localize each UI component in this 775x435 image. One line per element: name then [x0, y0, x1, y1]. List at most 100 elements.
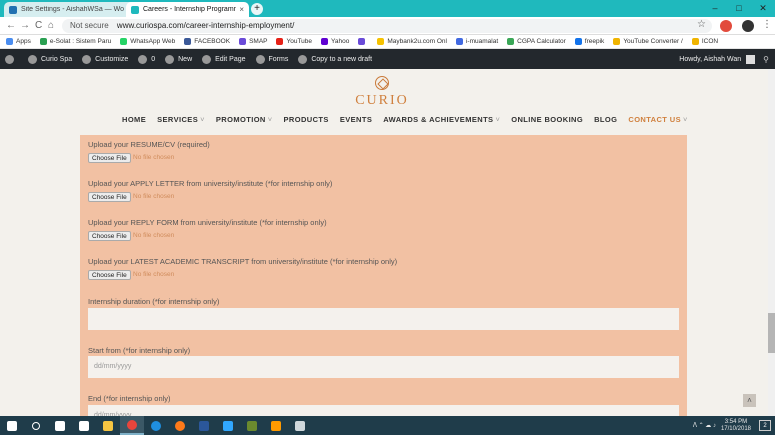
- end-date-input[interactable]: dd/mm/yyyy: [88, 405, 679, 416]
- wp-copy-draft[interactable]: Copy to a new draft: [298, 54, 372, 64]
- bookmark-item[interactable]: SMAP: [239, 38, 267, 45]
- wp-new[interactable]: New: [165, 54, 192, 64]
- file-explorer-glyph: [103, 420, 113, 431]
- bookmark-item[interactable]: CGPA Calculator: [507, 38, 566, 45]
- back-icon[interactable]: ←: [6, 20, 16, 31]
- wp-site-name[interactable]: Curio Spa: [28, 54, 73, 64]
- windows-taskbar: ᐱ ⌃ ☁ ♪ 3:54 PM 17/10/2018 2: [0, 416, 775, 435]
- tab-site-settings[interactable]: Site Settings - AishahWSa — Wo ×: [4, 2, 137, 17]
- nav-item[interactable]: PRODUCTS: [284, 115, 329, 124]
- site-logo-text[interactable]: CURIO: [350, 93, 414, 109]
- taskbar-photoshop-icon[interactable]: [216, 416, 240, 435]
- site-favicon-icon: [131, 5, 139, 14]
- browser-menu-icon[interactable]: ⋮: [762, 19, 772, 30]
- wp-edit-page[interactable]: Edit Page: [202, 54, 246, 64]
- wp-comments-count: 0: [151, 55, 156, 63]
- taskbar-media-icon[interactable]: [240, 416, 264, 435]
- nav-item[interactable]: ONLINE BOOKING: [511, 115, 583, 124]
- bookmark-item[interactable]: Maybank2u.com Onl: [377, 38, 447, 45]
- bookmark-item[interactable]: i-muamalat: [455, 38, 498, 45]
- clock[interactable]: 3:54 PM 17/10/2018: [721, 419, 751, 433]
- bookmark-label: Apps: [16, 38, 31, 45]
- taskbar-firefox-icon[interactable]: [168, 416, 192, 435]
- taskbar-search-icon[interactable]: [24, 416, 48, 435]
- bookmark-item[interactable]: freepik: [574, 38, 604, 45]
- close-window-button[interactable]: ✕: [751, 0, 775, 17]
- search-glyph: [32, 421, 40, 430]
- nav-item[interactable]: PROMOTION ˅: [216, 115, 273, 124]
- bookmark-item[interactable]: e-Solat : Sistem Paru: [39, 38, 111, 45]
- bookmark-label: Maybank2u.com Onl: [387, 38, 447, 45]
- close-tab-icon[interactable]: ×: [239, 5, 244, 14]
- tray-icons[interactable]: ᐱ ⌃ ☁ ♪: [693, 422, 716, 429]
- profile-avatar-icon[interactable]: [742, 20, 754, 32]
- bookmark-item[interactable]: [358, 38, 368, 45]
- tab-title: Careers - Internship Programme: [143, 6, 237, 13]
- bookmark-label: ICON: [701, 38, 719, 45]
- choose-file-reply-form-button[interactable]: Choose File: [88, 231, 131, 241]
- nav-item[interactable]: SERVICES ˅: [157, 115, 205, 124]
- bookmark-item[interactable]: YouTube Converter /: [613, 38, 683, 45]
- search-icon[interactable]: ⚲: [763, 55, 769, 64]
- nav-item[interactable]: AWARDS & ACHIEVEMENTS ˅: [383, 115, 500, 124]
- security-indicator[interactable]: Not secure: [70, 21, 109, 30]
- wp-logo-menu[interactable]: [5, 54, 18, 64]
- forward-icon[interactable]: →: [20, 20, 30, 31]
- system-tray: ᐱ ⌃ ☁ ♪ 3:54 PM 17/10/2018: [693, 416, 751, 435]
- taskbar-file-explorer-icon[interactable]: [96, 416, 120, 435]
- bookmark-item[interactable]: ICON: [691, 38, 719, 45]
- taskbar-chrome-icon[interactable]: [120, 416, 144, 435]
- tab-careers[interactable]: Careers - Internship Programme ×: [126, 2, 249, 17]
- start-glyph: [7, 420, 17, 431]
- page-scrollbar[interactable]: [768, 69, 775, 416]
- nav-item-label: SERVICES: [157, 115, 199, 124]
- extension-icon[interactable]: [720, 20, 732, 32]
- back-to-top-button[interactable]: ˄: [743, 394, 756, 407]
- internship-duration-input[interactable]: [88, 308, 679, 330]
- wp-customize[interactable]: Customize: [82, 54, 129, 64]
- nav-item[interactable]: BLOG: [594, 115, 617, 124]
- bookmark-favicon-icon: [120, 38, 128, 45]
- wp-customize-label: Customize: [95, 55, 129, 63]
- bookmark-item[interactable]: FACEBOOK: [184, 38, 230, 45]
- notification-icon[interactable]: 2: [759, 420, 771, 431]
- bookmark-item[interactable]: WhatsApp Web: [120, 38, 175, 45]
- url-omnibox[interactable]: Not secure www.curiospa.com/career-inter…: [62, 19, 712, 33]
- scrollbar-thumb[interactable]: [768, 313, 775, 353]
- bookmark-item[interactable]: YouTube: [276, 38, 312, 45]
- choose-file-apply-letter-button[interactable]: Choose File: [88, 192, 131, 202]
- bookmark-star-icon[interactable]: ☆: [697, 19, 706, 30]
- taskbar-illustrator-icon[interactable]: [264, 416, 288, 435]
- taskbar-mail-icon[interactable]: [72, 416, 96, 435]
- taskbar-misc-icon[interactable]: [288, 416, 312, 435]
- wp-comments[interactable]: 0: [138, 54, 156, 64]
- photoshop-glyph: [223, 420, 233, 431]
- wp-forms[interactable]: Forms: [255, 54, 288, 64]
- nav-item[interactable]: CONTACT US ˅: [628, 115, 687, 124]
- nav-item[interactable]: EVENTS: [340, 115, 372, 124]
- minimize-button[interactable]: –: [703, 0, 727, 17]
- nav-item[interactable]: HOME: [122, 115, 146, 124]
- choose-file-resume-button[interactable]: Choose File: [88, 153, 131, 163]
- bookmark-item[interactable]: Yahoo: [321, 38, 349, 45]
- taskbar-start-icon[interactable]: [0, 416, 24, 435]
- wp-site-label: Curio Spa: [41, 55, 73, 63]
- curio-logo-icon[interactable]: [375, 76, 389, 90]
- maximize-button[interactable]: □: [727, 0, 751, 17]
- home-icon[interactable]: ⌂: [48, 20, 54, 31]
- new-tab-button[interactable]: +: [251, 3, 263, 15]
- url-text[interactable]: www.curiospa.com/career-internship-emplo…: [117, 21, 294, 30]
- wp-account[interactable]: Howdy, Aishah Wan ⚲: [679, 49, 769, 69]
- start-date-label: Start from (*for internship only): [88, 346, 191, 355]
- choose-file-transcript-button[interactable]: Choose File: [88, 270, 131, 280]
- forms-icon: [255, 54, 265, 64]
- nav-item-label: PRODUCTS: [283, 115, 329, 124]
- taskbar-word-icon[interactable]: [192, 416, 216, 435]
- taskbar-task-view-icon[interactable]: [48, 416, 72, 435]
- bookmark-item[interactable]: Apps: [6, 38, 31, 45]
- bookmark-label: FACEBOOK: [194, 38, 231, 45]
- start-date-input[interactable]: dd/mm/yyyy: [88, 356, 679, 378]
- reload-icon[interactable]: C: [35, 20, 42, 31]
- taskbar-edge-icon[interactable]: [144, 416, 168, 435]
- no-file-status: No file chosen: [133, 154, 175, 161]
